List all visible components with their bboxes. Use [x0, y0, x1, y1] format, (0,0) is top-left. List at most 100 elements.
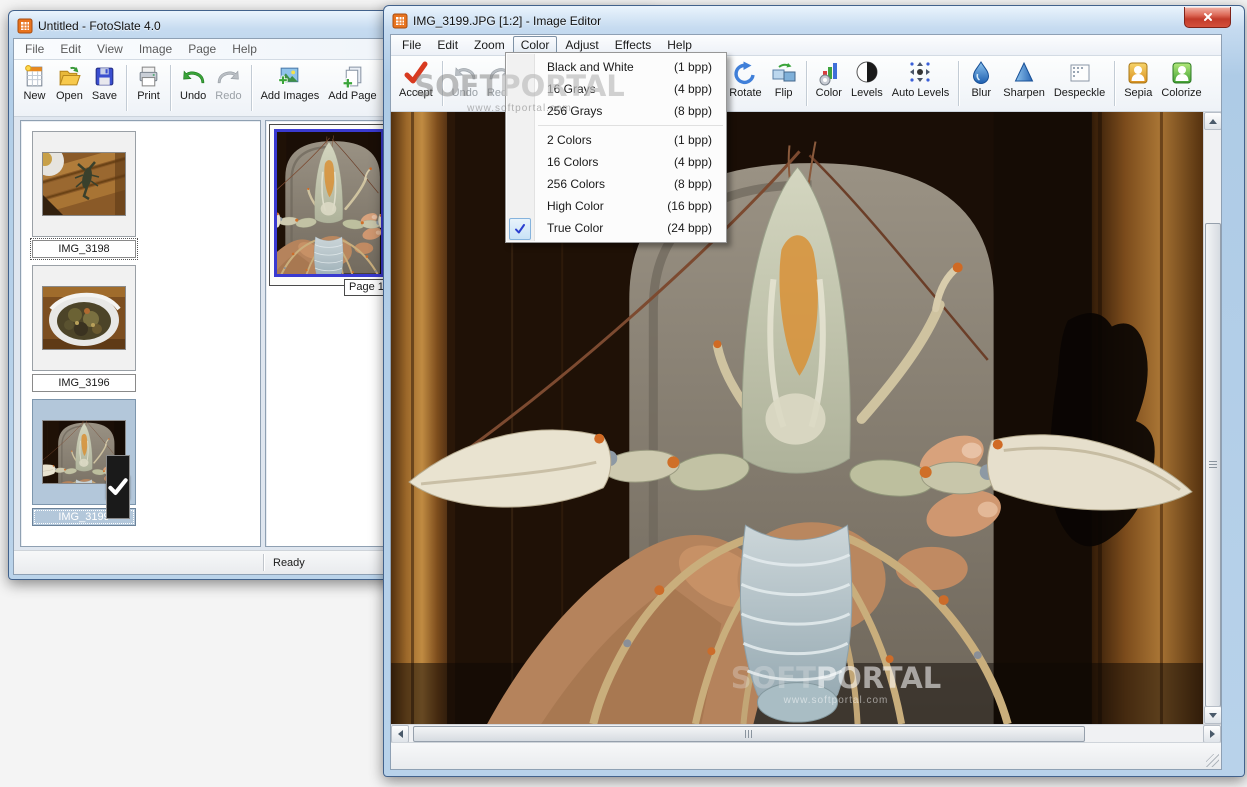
editor-statusbar [391, 742, 1221, 769]
fotoslate-menu-view[interactable]: View [89, 40, 131, 58]
undo-icon [181, 64, 206, 89]
horizontal-scrollbar[interactable] [391, 724, 1221, 743]
auto-levels-button[interactable]: Auto Levels [888, 58, 953, 109]
thumbnail-photo[interactable] [32, 265, 136, 371]
menu-item-high-color[interactable]: High Color (16 bpp) [507, 195, 725, 217]
fotoslate-menu-edit[interactable]: Edit [52, 40, 89, 58]
thumb-grip [745, 730, 753, 738]
fotoslate-app-icon [17, 18, 33, 34]
menu-item-2-colors[interactable]: 2 Colors (1 bpp) [507, 129, 725, 151]
toolbar-separator [805, 61, 807, 106]
print-button[interactable]: Print [132, 62, 165, 114]
status-text: Ready [273, 556, 305, 569]
accept-check-icon [403, 60, 429, 86]
toolbar-separator [441, 61, 443, 106]
page-photo-selected[interactable] [274, 129, 384, 277]
page-sheet[interactable] [269, 124, 392, 286]
auto-levels-icon [907, 60, 933, 86]
selected-check-badge [106, 455, 130, 519]
thumbnail-photo[interactable] [32, 399, 136, 519]
vertical-scrollbar[interactable] [1203, 112, 1221, 724]
arrow-down-icon [1209, 712, 1217, 722]
editor-app-icon [392, 13, 408, 29]
sharpen-button[interactable]: Sharpen [999, 58, 1049, 109]
open-folder-icon [57, 64, 82, 89]
menu-item-256-grays[interactable]: 256 Grays (8 bpp) [507, 100, 725, 122]
toolbar-separator [958, 61, 960, 106]
editor-undo-button[interactable]: Undo [448, 58, 482, 109]
thumbnail-photo[interactable] [32, 131, 136, 237]
save-floppy-icon [92, 64, 117, 89]
fotoslate-menu-page[interactable]: Page [180, 40, 224, 58]
despeckle-button[interactable]: Despeckle [1050, 58, 1109, 109]
close-button[interactable] [1184, 7, 1231, 28]
vertical-scroll-thumb[interactable] [1205, 223, 1221, 707]
menu-separator [538, 125, 723, 126]
add-page-icon [340, 64, 365, 89]
add-page-button[interactable]: Add Page [324, 62, 380, 114]
menu-item-16-grays[interactable]: 16 Grays (4 bpp) [507, 78, 725, 100]
thumbnail-img-3199[interactable]: IMG_3199 [32, 399, 136, 526]
scroll-up-button[interactable] [1204, 112, 1221, 130]
fotoslate-menu-help[interactable]: Help [224, 40, 265, 58]
thumbnail-img-3198[interactable]: IMG_3198 [30, 131, 138, 260]
color-bars-icon [816, 60, 842, 86]
resize-grip[interactable] [1206, 754, 1219, 767]
sepia-icon [1125, 60, 1151, 86]
undo-button[interactable]: Undo [176, 62, 210, 114]
thumb-grip [1209, 461, 1217, 469]
fotoslate-menu-image[interactable]: Image [131, 40, 180, 58]
toolbar-separator [170, 65, 171, 111]
colorize-icon [1169, 60, 1195, 86]
toolbar-separator [250, 65, 252, 111]
editor-menu-edit[interactable]: Edit [429, 36, 466, 54]
save-button[interactable]: Save [88, 62, 121, 114]
new-document-icon [22, 64, 47, 89]
color-button[interactable]: Color [812, 58, 846, 109]
accept-button[interactable]: Accept [395, 58, 437, 109]
thumbnail-img-3196[interactable]: IMG_3196 [32, 265, 136, 392]
close-icon [1203, 13, 1212, 21]
fotoslate-menu-file[interactable]: File [17, 40, 52, 58]
colorize-button[interactable]: Colorize [1157, 58, 1205, 109]
editor-titlebar[interactable]: IMG_3199.JPG [1:2] - Image Editor [384, 6, 1244, 34]
arrow-up-icon [1209, 115, 1217, 124]
blur-droplet-icon [968, 60, 994, 86]
add-images-button[interactable]: Add Images [257, 62, 324, 114]
menu-item-true-color[interactable]: True Color (24 bpp) [507, 217, 725, 240]
despeckle-icon [1067, 60, 1093, 86]
thumbnail-label[interactable]: IMG_3198 [30, 238, 138, 260]
blur-button[interactable]: Blur [964, 58, 998, 109]
arrow-left-icon [394, 730, 403, 738]
rotate-icon [732, 60, 758, 86]
open-button[interactable]: Open [52, 62, 87, 114]
toolbar-separator [126, 65, 127, 111]
desktop: Untitled - FotoSlate 4.0 File Edit View … [0, 0, 1247, 787]
menu-item-256-colors[interactable]: 256 Colors (8 bpp) [507, 173, 725, 195]
redo-button[interactable]: Redo [211, 62, 245, 114]
levels-icon [854, 60, 880, 86]
sepia-button[interactable]: Sepia [1120, 58, 1156, 109]
levels-button[interactable]: Levels [847, 58, 887, 109]
sharpen-cone-icon [1011, 60, 1037, 86]
redo-icon [216, 64, 241, 89]
toolbar-separator [1114, 61, 1116, 106]
thumbnail-label[interactable]: IMG_3196 [32, 374, 136, 392]
horizontal-scroll-thumb[interactable] [413, 726, 1085, 742]
new-button[interactable]: New [18, 62, 51, 114]
rotate-button[interactable]: Rotate [725, 58, 765, 109]
scroll-right-button[interactable] [1203, 725, 1221, 743]
undo-icon [452, 60, 478, 86]
flip-button[interactable]: Flip [767, 58, 801, 109]
scroll-down-button[interactable] [1204, 706, 1221, 724]
fotoslate-title: Untitled - FotoSlate 4.0 [38, 19, 161, 33]
menu-item-16-colors[interactable]: 16 Colors (4 bpp) [507, 151, 725, 173]
arrow-right-icon [1209, 730, 1219, 738]
statusbar-divider [263, 554, 264, 571]
scroll-left-button[interactable] [391, 725, 409, 743]
editor-menu-file[interactable]: File [394, 36, 429, 54]
flip-icon [771, 60, 797, 86]
thumbnail-panel: IMG_3198 IMG_3196 IMG_3199 [20, 120, 261, 547]
menu-item-black-and-white[interactable]: Black and White (1 bpp) [507, 56, 725, 78]
color-menu-dropdown: Black and White (1 bpp) 16 Grays (4 bpp)… [505, 52, 727, 243]
